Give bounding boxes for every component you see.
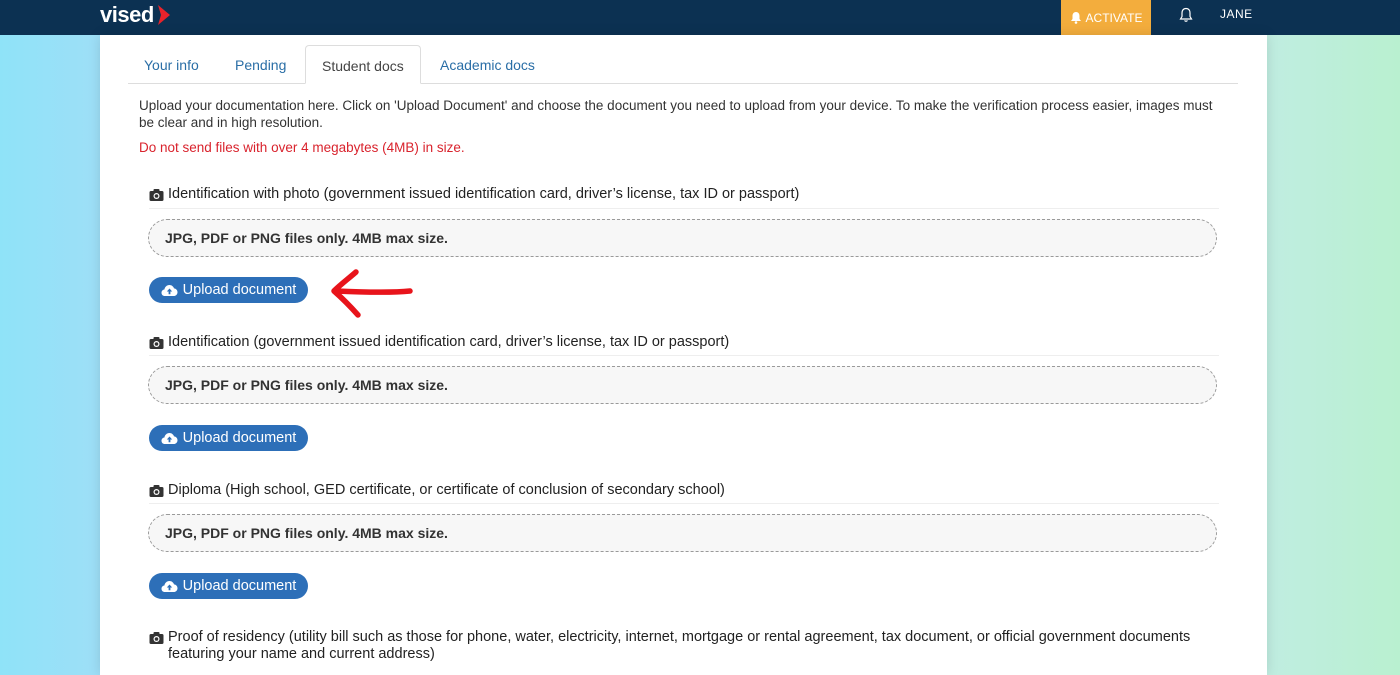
annotation-arrow-icon [331, 269, 413, 318]
doc-title-photo-id: Identification with photo (government is… [149, 186, 1219, 203]
chevron-right-icon [157, 5, 170, 25]
upload-document-button[interactable]: Upload document [149, 425, 308, 451]
dropzone-id[interactable]: JPG, PDF or PNG files only. 4MB max size… [148, 366, 1217, 404]
tab-your-info[interactable]: Your info [128, 45, 215, 83]
doc-title-text: Proof of residency (utility bill such as… [168, 629, 1191, 662]
logo-text: vised [100, 2, 154, 27]
doc-title-id: Identification (government issued identi… [149, 334, 1219, 351]
doc-title-residency: Proof of residency (utility bill such as… [149, 629, 1219, 663]
camera-icon [149, 632, 164, 644]
camera-icon [149, 189, 164, 201]
dropzone-diploma[interactable]: JPG, PDF or PNG files only. 4MB max size… [148, 514, 1217, 552]
doc-title-text: Identification with photo (government is… [168, 186, 800, 202]
user-menu[interactable]: JANE [1220, 0, 1253, 28]
tab-bar: Your info Pending Student docs Academic … [128, 45, 1238, 84]
tab-academic-docs[interactable]: Academic docs [424, 45, 551, 83]
activate-button[interactable]: ACTIVATE [1061, 0, 1151, 35]
bell-icon [1179, 7, 1193, 22]
cloud-upload-icon [161, 580, 178, 592]
upload-document-button[interactable]: Upload document [149, 277, 308, 303]
cloud-upload-icon [161, 284, 178, 296]
divider [149, 503, 1219, 504]
notifications-button[interactable] [1172, 0, 1200, 30]
bell-icon [1070, 12, 1081, 24]
main-card: Your info Pending Student docs Academic … [100, 35, 1267, 675]
cloud-upload-icon [161, 432, 178, 444]
doc-title-diploma: Diploma (High school, GED certificate, o… [149, 482, 1219, 499]
doc-title-text: Diploma (High school, GED certificate, o… [168, 482, 725, 498]
doc-title-text: Identification (government issued identi… [168, 334, 730, 350]
tab-pending[interactable]: Pending [219, 45, 302, 83]
upload-label: Upload document [182, 282, 297, 298]
logo[interactable]: vised [100, 2, 172, 28]
divider [149, 208, 1219, 209]
camera-icon [149, 337, 164, 349]
dropzone-photo-id[interactable]: JPG, PDF or PNG files only. 4MB max size… [148, 219, 1217, 257]
camera-icon [149, 485, 164, 497]
activate-label: ACTIVATE [1085, 10, 1143, 25]
upload-document-button[interactable]: Upload document [149, 573, 308, 599]
size-warning: Do not send files with over 4 megabytes … [139, 140, 465, 155]
upload-label: Upload document [182, 578, 297, 594]
divider [149, 355, 1219, 356]
intro-text: Upload your documentation here. Click on… [139, 98, 1213, 130]
top-navbar: vised ACTIVATE JANE [0, 0, 1400, 35]
upload-label: Upload document [182, 430, 297, 446]
tab-student-docs[interactable]: Student docs [305, 45, 421, 84]
